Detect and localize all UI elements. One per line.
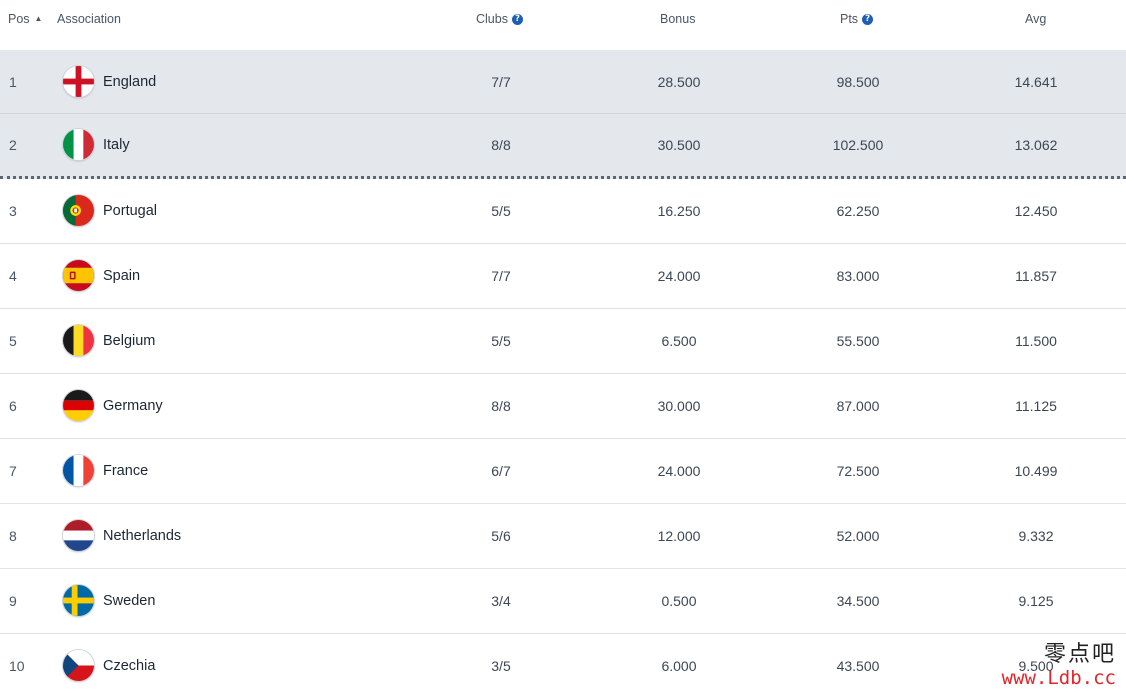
association-name[interactable]: Czechia [103, 634, 155, 698]
watermark-url: www.Ldb.cc [1001, 667, 1116, 689]
association-name[interactable]: England [103, 50, 156, 113]
clubs-cell: 5/6 [491, 528, 511, 544]
avg-cell: 11.857 [1015, 268, 1057, 284]
position-cell: 5 [9, 333, 17, 349]
pts-cell: 102.500 [832, 137, 884, 153]
avg-cell: 9.125 [1018, 593, 1054, 609]
position-cell: 2 [9, 137, 17, 153]
bonus-cell: 24.000 [657, 268, 701, 284]
watermark-text: 零点吧 [1043, 642, 1116, 667]
bonus-cell: 30.500 [657, 137, 701, 153]
france-flag-icon [63, 455, 94, 486]
sweden-flag-icon [63, 585, 94, 616]
association-name[interactable]: Italy [103, 114, 130, 176]
clubs-cell: 3/5 [491, 658, 511, 674]
table-row[interactable]: 9 Sweden 3/4 0.500 34.500 9.125 [0, 569, 1126, 634]
italy-flag-icon [63, 129, 94, 160]
bonus-cell: 24.000 [657, 463, 701, 479]
avg-column-header[interactable]: Avg [1025, 11, 1046, 27]
table-row[interactable]: 10 Czechia 3/5 6.000 43.500 9.500 [0, 634, 1126, 698]
pts-cell: 55.500 [836, 333, 880, 349]
avg-cell: 10.499 [1014, 463, 1058, 479]
pos-column-header[interactable]: Pos ▲ [8, 11, 42, 27]
table-row[interactable]: 4 Spain 7/7 24.000 83.000 11.857 [0, 244, 1126, 309]
association-name[interactable]: Germany [103, 374, 163, 438]
position-cell: 4 [9, 268, 17, 284]
avg-cell: 12.450 [1014, 203, 1058, 219]
spain-flag-icon [63, 260, 94, 291]
association-name[interactable]: Portugal [103, 179, 157, 243]
position-cell: 10 [9, 658, 25, 674]
association-name[interactable]: Sweden [103, 569, 155, 633]
association-name[interactable]: Netherlands [103, 504, 181, 568]
watermark: 零点吧 www.Ldb.cc [1001, 642, 1116, 690]
position-cell: 3 [9, 203, 17, 219]
position-cell: 6 [9, 398, 17, 414]
table-row[interactable]: 7 France 6/7 24.000 72.500 10.499 [0, 439, 1126, 504]
bonus-cell: 30.000 [657, 398, 701, 414]
clubs-cell: 7/7 [491, 73, 511, 90]
clubs-cell: 3/4 [491, 593, 511, 609]
bonus-cell: 6.500 [661, 333, 697, 349]
avg-cell: 11.500 [1015, 333, 1057, 349]
clubs-column-header[interactable]: Clubs ? [476, 11, 523, 27]
england-flag-icon [63, 65, 94, 97]
bonus-cell: 16.250 [657, 203, 701, 219]
pts-cell: 98.500 [836, 73, 880, 90]
association-header-label: Association [57, 12, 121, 26]
netherlands-flag-icon [63, 520, 94, 551]
clubs-cell: 8/8 [491, 137, 511, 153]
association-name[interactable]: France [103, 439, 148, 503]
bonus-cell: 28.500 [657, 73, 701, 90]
help-icon[interactable]: ? [862, 13, 874, 25]
portugal-flag-icon [63, 195, 94, 226]
pts-column-header[interactable]: Pts ? [840, 11, 874, 27]
association-name[interactable]: Spain [103, 244, 140, 308]
pts-cell: 62.250 [836, 203, 880, 219]
clubs-cell: 5/5 [491, 333, 511, 349]
association-ranking-table: Pos ▲ Association Clubs ? Bonus Pts ? Av… [0, 0, 1126, 698]
pts-cell: 34.500 [836, 593, 880, 609]
czechia-flag-icon [63, 650, 94, 681]
association-name[interactable]: Belgium [103, 309, 155, 373]
pts-cell: 83.000 [836, 268, 880, 284]
belgium-flag-icon [63, 325, 94, 356]
clubs-cell: 7/7 [491, 268, 511, 284]
help-icon[interactable]: ? [511, 13, 523, 25]
table-row[interactable]: 3 Portugal 5/5 16.250 62.250 12.450 [0, 179, 1126, 244]
avg-cell: 9.332 [1018, 528, 1054, 544]
association-column-header[interactable]: Association [57, 11, 121, 27]
position-cell: 8 [9, 528, 17, 544]
table-row[interactable]: 2 Italy 8/8 30.500 102.500 13.062 [0, 114, 1126, 179]
avg-header-label: Avg [1025, 12, 1047, 26]
sort-ascending-icon[interactable]: ▲ [35, 11, 43, 27]
avg-cell: 11.125 [1015, 398, 1057, 414]
table-row[interactable]: 8 Netherlands 5/6 12.000 52.000 9.332 [0, 504, 1126, 569]
pts-header-label: Pts [840, 12, 859, 26]
table-row[interactable]: 1 England 7/7 28.500 98.500 14.641 [0, 50, 1126, 114]
pts-cell: 87.000 [836, 398, 880, 414]
clubs-header-label: Clubs [476, 12, 508, 26]
bonus-header-label: Bonus [660, 12, 696, 26]
avg-cell: 14.641 [1014, 73, 1058, 90]
position-cell: 7 [9, 463, 17, 479]
clubs-cell: 6/7 [491, 463, 511, 479]
position-cell: 9 [9, 593, 17, 609]
table-row[interactable]: 5 Belgium 5/5 6.500 55.500 11.500 [0, 309, 1126, 374]
bonus-column-header[interactable]: Bonus [660, 11, 695, 27]
bonus-cell: 12.000 [657, 528, 701, 544]
avg-cell: 13.062 [1014, 137, 1058, 153]
pts-cell: 43.500 [836, 658, 880, 674]
position-cell: 1 [9, 73, 17, 90]
table-header: Pos ▲ Association Clubs ? Bonus Pts ? Av… [0, 0, 1126, 50]
clubs-cell: 8/8 [491, 398, 511, 414]
germany-flag-icon [63, 390, 94, 421]
pts-cell: 52.000 [836, 528, 880, 544]
pts-cell: 72.500 [836, 463, 880, 479]
bonus-cell: 6.000 [661, 658, 697, 674]
clubs-cell: 5/5 [491, 203, 511, 219]
pos-header-label: Pos [8, 12, 30, 26]
table-row[interactable]: 6 Germany 8/8 30.000 87.000 11.125 [0, 374, 1126, 439]
bonus-cell: 0.500 [661, 593, 697, 609]
